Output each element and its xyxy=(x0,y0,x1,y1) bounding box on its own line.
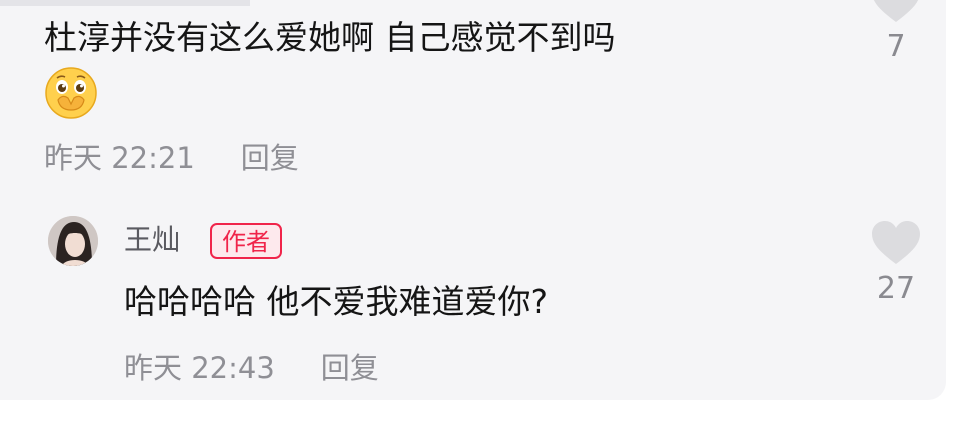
author-badge: 作者 xyxy=(210,223,282,259)
like-count: 7 xyxy=(886,29,906,64)
like-count: 27 xyxy=(876,271,916,306)
comment-text: 哈哈哈哈 他不爱我难道爱你? xyxy=(124,282,549,321)
covering-mouth-emoji-icon xyxy=(45,67,97,119)
username[interactable]: 王灿 xyxy=(124,222,180,258)
comment-text: 杜淳并没有这么爱她啊 自己感觉不到吗 xyxy=(44,18,616,57)
page-background xyxy=(0,400,960,432)
comment-thread-card: 7 杜淳并没有这么爱她啊 自己感觉不到吗 昨天 22:21 回复 王灿 作者 哈哈… xyxy=(0,0,946,400)
avatar-image xyxy=(48,216,98,266)
heart-icon xyxy=(873,0,919,22)
comment-time: 昨天 22:43 xyxy=(124,351,275,385)
like-button[interactable]: 7 xyxy=(866,0,926,64)
comment-meta: 昨天 22:21 回复 xyxy=(44,140,299,176)
comment-time: 昨天 22:21 xyxy=(44,141,195,175)
reply-button[interactable]: 回复 xyxy=(241,141,299,175)
like-button[interactable]: 27 xyxy=(866,220,926,306)
divider xyxy=(0,0,250,6)
avatar[interactable] xyxy=(48,216,98,266)
reply-button[interactable]: 回复 xyxy=(321,351,379,385)
heart-icon xyxy=(872,221,920,264)
comment-meta: 昨天 22:43 回复 xyxy=(124,350,379,386)
